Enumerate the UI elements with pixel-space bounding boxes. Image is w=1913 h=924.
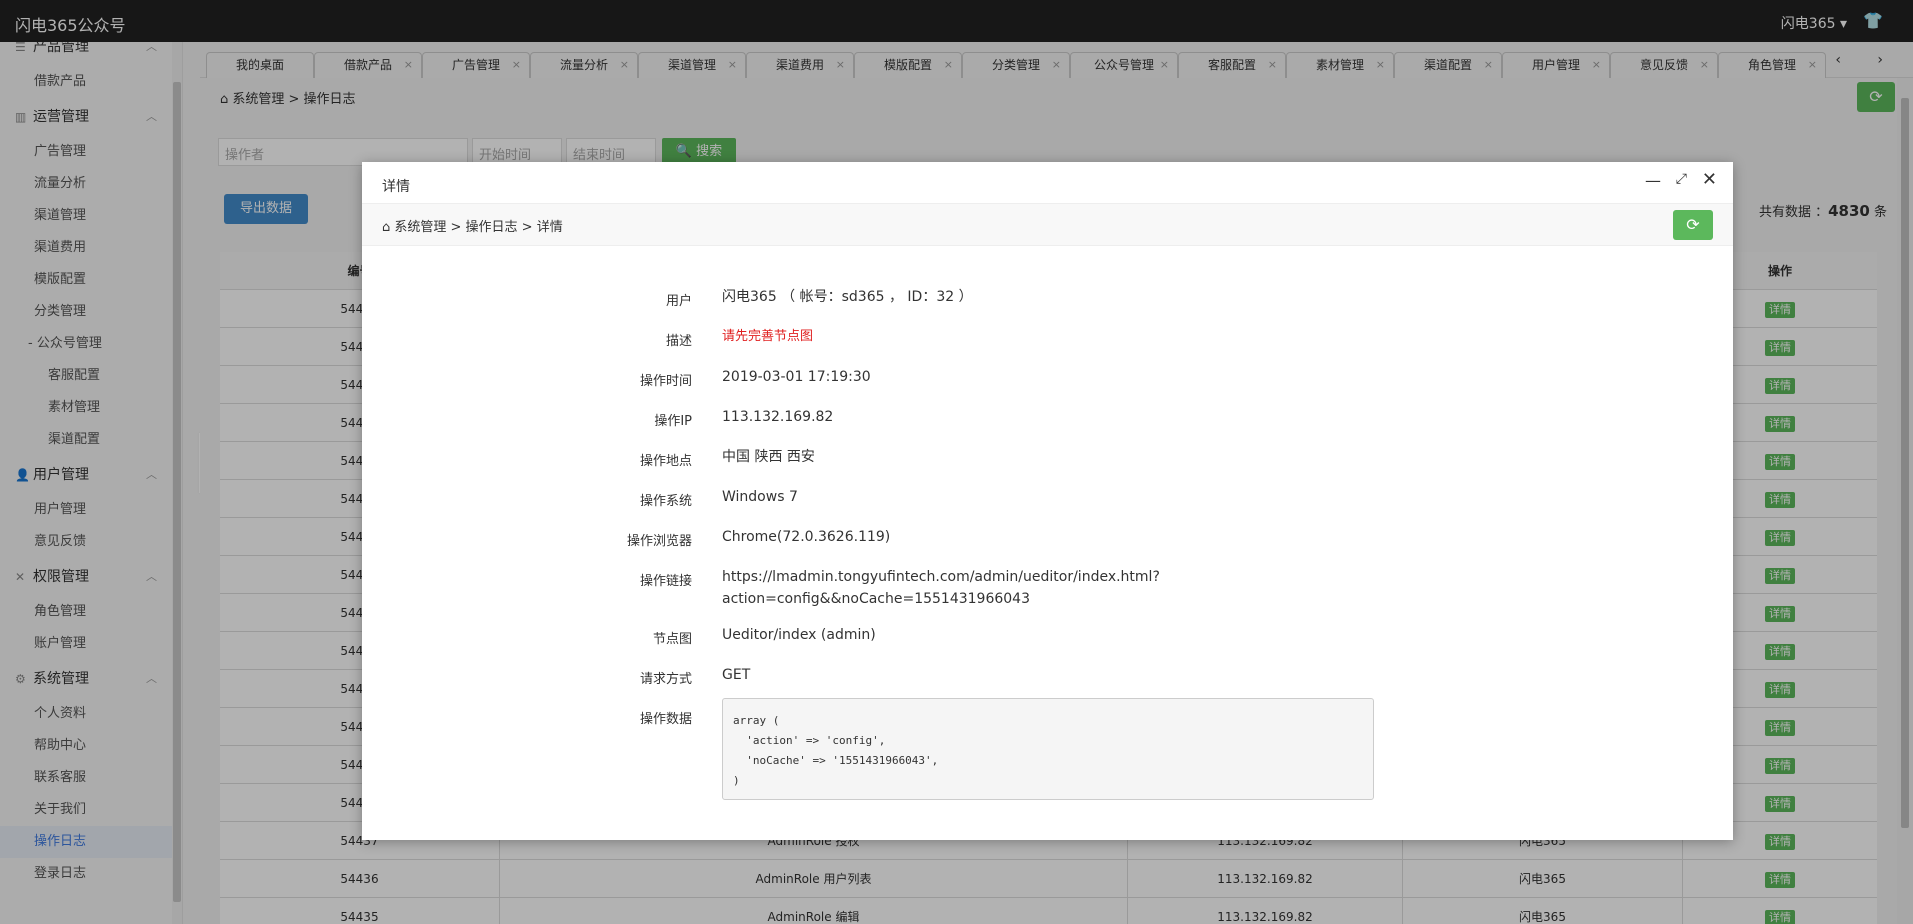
- close-icon[interactable]: ✕: [1702, 169, 1717, 190]
- url-line-1: https://lmadmin.tongyufintech.com/admin/…: [722, 569, 1160, 585]
- field-label: 操作地点: [639, 454, 692, 469]
- field-value: Chrome(72.0.3626.119): [722, 529, 891, 545]
- field-label: 节点图: [652, 632, 692, 647]
- minimize-icon[interactable]: —: [1645, 171, 1661, 190]
- field-label: 操作链接: [639, 574, 692, 589]
- modal-breadcrumb: ⌂ 系统管理 > 操作日志 > 详情: [382, 216, 563, 235]
- url-line-2: action=config&&noCache=1551431966043: [722, 591, 1030, 607]
- field-value: Ueditor/index (admin): [722, 627, 876, 643]
- breadcrumb-text: 系统管理 > 操作日志 > 详情: [394, 220, 563, 235]
- field-value: 113.132.169.82: [722, 409, 834, 425]
- operation-data-block: array ( 'action' => 'config', 'noCache' …: [722, 698, 1374, 800]
- field-value: 中国 陕西 西安: [722, 449, 815, 465]
- field-value: https://lmadmin.tongyufintech.com/admin/…: [722, 566, 1160, 610]
- field-label: 请求方式: [639, 672, 692, 687]
- modal-title: 详情: [382, 179, 410, 195]
- field-value: 2019-03-01 17:19:30: [722, 369, 871, 385]
- field-label: 描述: [665, 334, 692, 349]
- modal-breadcrumb-bar: ⌂ 系统管理 > 操作日志 > 详情 ⟳: [362, 204, 1733, 246]
- home-icon: ⌂: [382, 220, 395, 235]
- field-value: Windows 7: [722, 489, 798, 505]
- field-label: 操作时间: [639, 374, 692, 389]
- field-label: 操作IP: [654, 414, 692, 429]
- field-value: GET: [722, 667, 751, 683]
- modal-header: 详情 — ⤢ ✕: [362, 162, 1733, 204]
- field-label: 用户: [665, 294, 692, 309]
- field-label: 操作浏览器: [626, 534, 692, 549]
- field-label: 操作数据: [639, 712, 692, 727]
- refresh-icon: ⟳: [1686, 215, 1700, 234]
- field-label: 操作系统: [639, 494, 692, 509]
- field-value: 请先完善节点图: [722, 329, 814, 344]
- detail-modal: 详情 — ⤢ ✕ ⌂ 系统管理 > 操作日志 > 详情 ⟳ 用户 闪电365 （ …: [362, 162, 1733, 840]
- modal-refresh-button[interactable]: ⟳: [1673, 210, 1713, 240]
- maximize-icon[interactable]: ⤢: [1676, 171, 1687, 187]
- field-value: 闪电365 （ 帐号：sd365 ， ID：32 ）: [722, 289, 973, 305]
